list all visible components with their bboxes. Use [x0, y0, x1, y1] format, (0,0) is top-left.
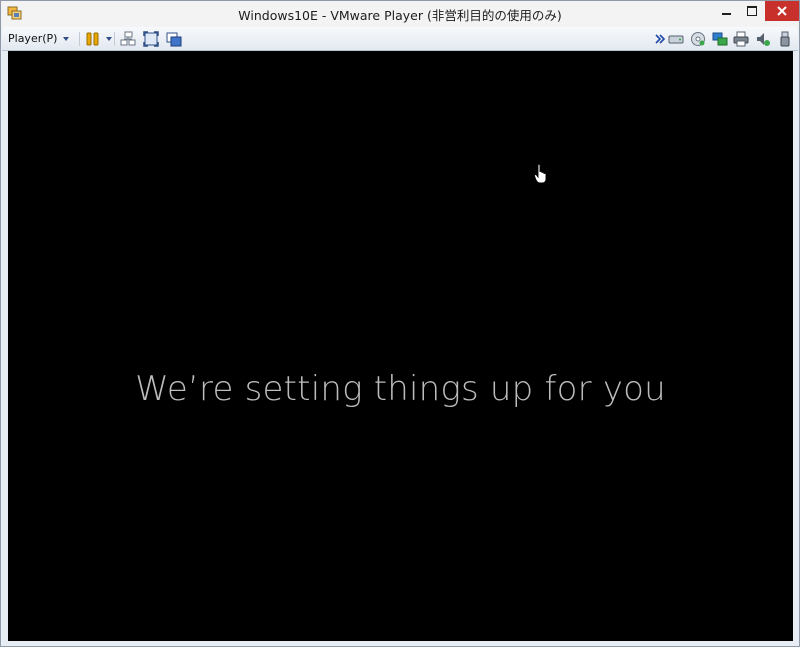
vmware-toolbar: Player(P)	[2, 27, 798, 51]
full-screen-icon[interactable]	[143, 31, 159, 47]
chevron-down-icon	[63, 36, 70, 41]
vm-display[interactable]: We’re setting things up for you	[8, 51, 793, 641]
window-title: Windows10E - VMware Player (非営利目的の使用のみ)	[238, 8, 562, 23]
more-chevron-icon[interactable]	[652, 31, 668, 47]
send-ctrl-alt-del-icon[interactable]	[120, 31, 136, 47]
title-bar[interactable]: Windows10E - VMware Player (非営利目的の使用のみ)	[1, 1, 799, 27]
unity-icon[interactable]	[166, 31, 182, 47]
maximize-icon	[747, 6, 757, 16]
minimize-icon	[721, 13, 731, 15]
minimize-button[interactable]	[713, 1, 739, 21]
hard-disk-icon[interactable]	[668, 31, 684, 47]
hand-cursor-icon	[534, 164, 547, 184]
pause-dropdown-icon[interactable]	[106, 37, 112, 41]
toolbar-separator	[114, 32, 115, 46]
usb-device-icon[interactable]	[777, 31, 793, 47]
toolbar-separator	[79, 32, 80, 46]
printer-icon[interactable]	[733, 31, 749, 47]
pause-icon[interactable]	[85, 31, 101, 47]
sound-card-icon[interactable]	[755, 31, 771, 47]
cd-dvd-icon[interactable]	[690, 31, 706, 47]
close-icon	[777, 6, 787, 16]
vmware-player-window: Windows10E - VMware Player (非営利目的の使用のみ) …	[0, 0, 800, 647]
setup-message: We’re setting things up for you	[135, 369, 666, 409]
network-adapter-icon[interactable]	[712, 31, 728, 47]
maximize-button[interactable]	[739, 1, 765, 21]
player-menu-button[interactable]: Player(P)	[8, 30, 70, 47]
player-menu-label: Player(P)	[8, 32, 58, 45]
close-button[interactable]	[765, 1, 799, 21]
